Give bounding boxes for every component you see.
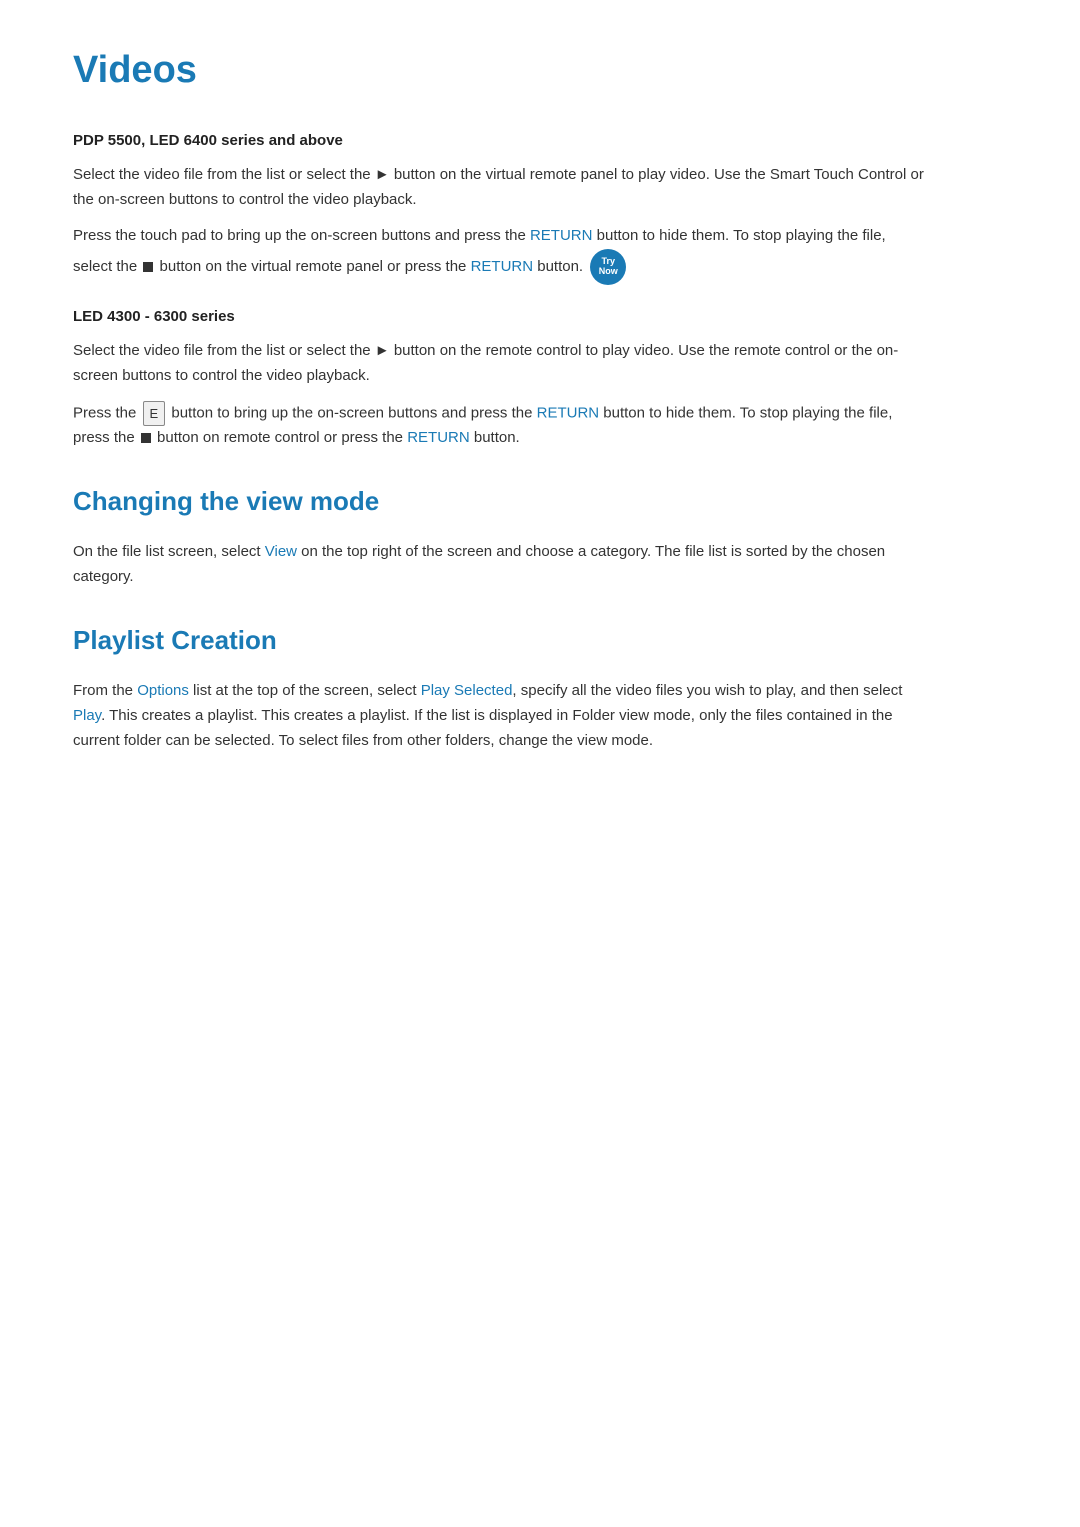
e-button: E <box>143 401 166 426</box>
return-link-4: RETURN <box>407 429 470 446</box>
view-mode-section: Changing the view mode On the file list … <box>73 481 927 590</box>
page-title: Videos <box>73 40 927 101</box>
led-para1: Select the video file from the list or s… <box>73 339 927 389</box>
return-link-3: RETURN <box>537 404 600 421</box>
pdp-para1: Select the video file from the list or s… <box>73 163 927 213</box>
pdp-para2: Press the touch pad to bring up the on-s… <box>73 224 927 285</box>
stop-icon-2 <box>141 433 151 443</box>
pdp-section: PDP 5500, LED 6400 series and above Sele… <box>73 129 927 285</box>
return-link-2: RETURN <box>471 258 534 275</box>
page-container: Videos PDP 5500, LED 6400 series and abo… <box>0 0 1000 834</box>
playlist-para: From the Options list at the top of the … <box>73 679 927 753</box>
led-para2: Press the E button to bring up the on-sc… <box>73 401 927 451</box>
view-link: View <box>265 543 297 560</box>
return-link-1: RETURN <box>530 227 593 244</box>
try-now-badge: TryNow <box>590 249 626 285</box>
led-heading: LED 4300 - 6300 series <box>73 305 927 329</box>
playlist-section: Playlist Creation From the Options list … <box>73 620 927 754</box>
view-mode-title: Changing the view mode <box>73 481 927 523</box>
play-selected-link: Play Selected <box>421 682 513 699</box>
led-section: LED 4300 - 6300 series Select the video … <box>73 305 927 451</box>
pdp-heading: PDP 5500, LED 6400 series and above <box>73 129 927 153</box>
view-mode-para: On the file list screen, select View on … <box>73 540 927 590</box>
stop-icon-1 <box>143 262 153 272</box>
play-link: Play <box>73 707 101 724</box>
playlist-title: Playlist Creation <box>73 620 927 662</box>
options-link: Options <box>137 682 189 699</box>
